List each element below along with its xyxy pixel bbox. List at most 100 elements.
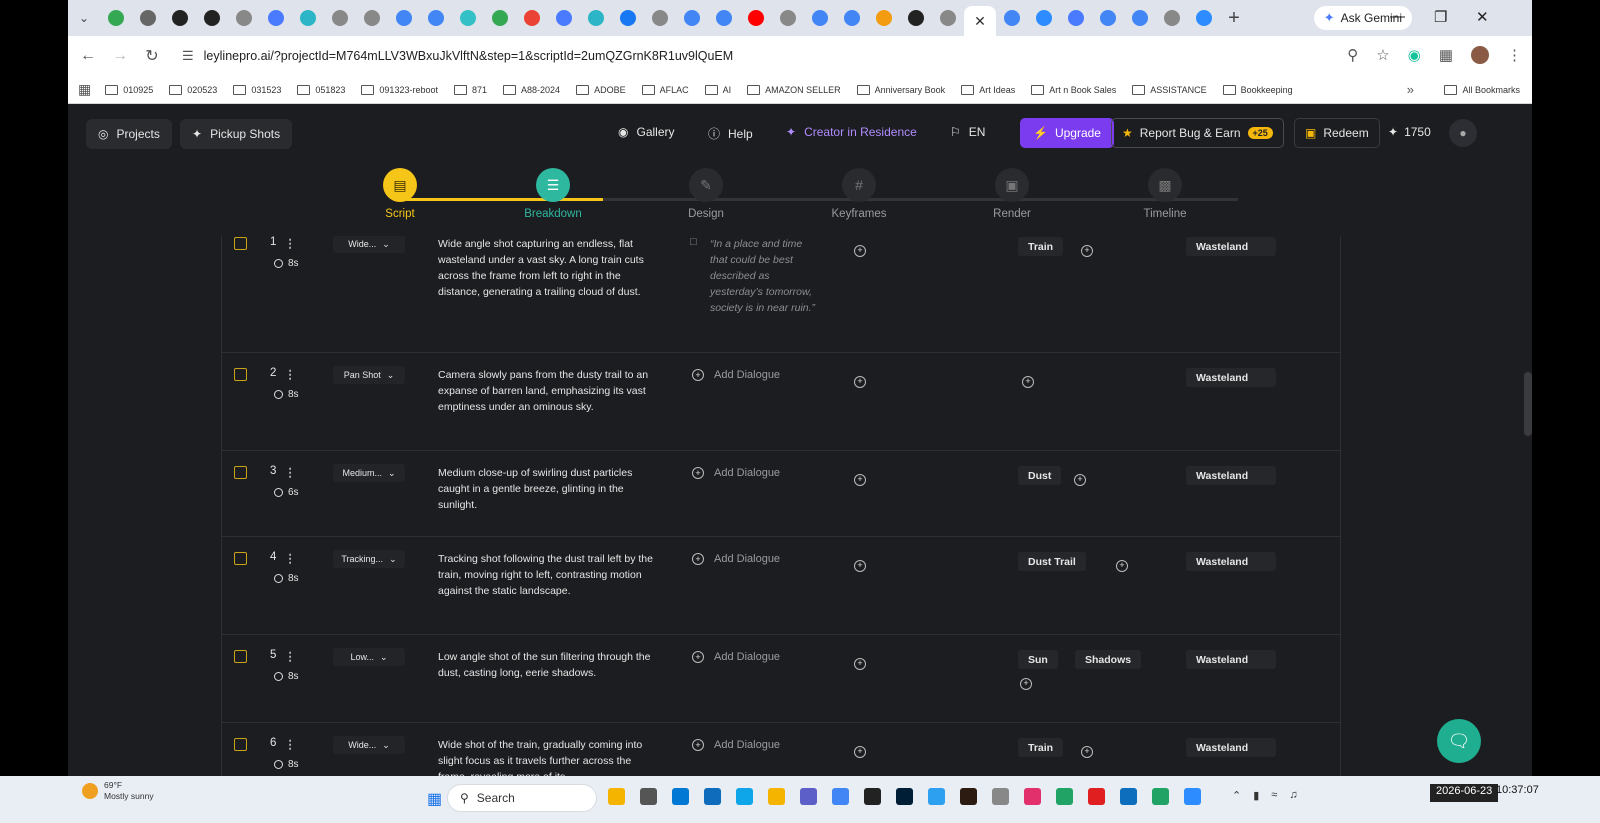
step-breakdown[interactable]: ☰ Breakdown (503, 168, 603, 220)
taskbar-app-icon[interactable] (1024, 788, 1041, 805)
shot-type-select[interactable]: Tracking... ⌄ (333, 550, 405, 568)
browser-tab[interactable] (196, 0, 228, 36)
browser-tab[interactable] (644, 0, 676, 36)
window-close-icon[interactable]: ✕ (1476, 8, 1489, 26)
taskbar-date[interactable]: 2026-06-23 (1430, 784, 1499, 802)
bookmark-folder[interactable]: Bookkeeping (1222, 84, 1293, 95)
shot-type-select[interactable]: Medium... ⌄ (333, 464, 405, 482)
more-bookmarks-icon[interactable]: » (1407, 82, 1414, 97)
windows-start-icon[interactable]: ▦ (427, 789, 442, 809)
add-prop-button[interactable]: + (854, 240, 866, 258)
add-character-button[interactable]: + (1074, 469, 1086, 487)
browser-tab[interactable] (356, 0, 388, 36)
shot-description[interactable]: Low angle shot of the sun filtering thro… (438, 649, 660, 681)
location-tag[interactable]: Wasteland (1186, 552, 1276, 571)
browser-tab[interactable] (1092, 0, 1124, 36)
browser-tab[interactable] (292, 0, 324, 36)
browser-tab[interactable] (388, 0, 420, 36)
shot-type-select[interactable]: Wide... ⌄ (333, 736, 405, 754)
browser-tab[interactable] (484, 0, 516, 36)
browser-tab[interactable] (996, 0, 1028, 36)
taskbar-app-icon[interactable] (736, 788, 753, 805)
location-tag[interactable]: Wasteland (1186, 466, 1276, 485)
tab-search-icon[interactable]: ⌄ (68, 0, 100, 36)
dialogue-text[interactable]: “In a place and time that could be best … (710, 236, 822, 316)
tray-chevron-icon[interactable]: ⌃ (1232, 789, 1241, 802)
row-menu-icon[interactable]: ⋮ (284, 551, 296, 565)
row-menu-icon[interactable]: ⋮ (284, 737, 296, 751)
add-prop-button[interactable]: + (854, 741, 866, 759)
taskbar-app-icon[interactable] (992, 788, 1009, 805)
shot-type-select[interactable]: Low... ⌄ (333, 648, 405, 666)
step-design[interactable]: ✎ Design (656, 168, 756, 220)
add-dialogue-button[interactable]: + Add Dialogue (692, 651, 780, 663)
browser-tab[interactable] (100, 0, 132, 36)
browser-tab[interactable] (932, 0, 964, 36)
shot-description[interactable]: Medium close-up of swirling dust particl… (438, 465, 660, 513)
taskbar-app-icon[interactable] (960, 788, 977, 805)
taskbar-app-icon[interactable] (608, 788, 625, 805)
url-field[interactable]: ☰ leylinepro.ai/?projectId=M764mLLV3WBxu… (182, 48, 733, 64)
row-checkbox[interactable] (234, 237, 247, 250)
row-menu-icon[interactable]: ⋮ (284, 236, 296, 250)
taskbar-app-icon[interactable] (704, 788, 721, 805)
help-link[interactable]: ⓘ Help (708, 125, 753, 142)
browser-tab[interactable] (612, 0, 644, 36)
bookmark-folder[interactable]: 051823 (297, 84, 345, 95)
add-prop-button[interactable]: + (854, 653, 866, 671)
browser-tab[interactable] (452, 0, 484, 36)
bookmark-folder[interactable]: AI (704, 84, 731, 95)
step-keyframes[interactable]: # Keyframes (809, 168, 909, 220)
bookmark-folder[interactable]: 091323-reboot (361, 84, 438, 95)
pickup-shots-button[interactable]: ✦ Pickup Shots (180, 119, 293, 149)
shot-description[interactable]: Camera slowly pans from the dusty trail … (438, 367, 660, 415)
browser-tab[interactable] (868, 0, 900, 36)
add-dialogue-button[interactable]: + Add Dialogue (692, 553, 780, 565)
bookmark-folder[interactable]: 031523 (233, 84, 281, 95)
chrome-menu-icon[interactable]: ⋮ (1507, 46, 1522, 64)
step-script[interactable]: ▤ Script (350, 168, 450, 220)
taskbar-app-icon[interactable] (1088, 788, 1105, 805)
step-timeline[interactable]: ▩ Timeline (1115, 168, 1215, 220)
add-dialogue-button[interactable]: + Add Dialogue (692, 369, 780, 381)
taskbar-search[interactable]: ⚲ Search (447, 784, 597, 812)
browser-tab[interactable] (420, 0, 452, 36)
forward-icon[interactable]: → (104, 47, 136, 65)
bookmark-folder[interactable]: ASSISTANCE (1132, 84, 1207, 95)
browser-tab[interactable] (548, 0, 580, 36)
wifi-icon[interactable]: ≈ (1271, 789, 1277, 802)
add-dialogue-button[interactable]: + Add Dialogue (692, 467, 780, 479)
browser-tab[interactable] (708, 0, 740, 36)
volume-icon[interactable]: ♫ (1289, 789, 1297, 802)
location-tag[interactable]: Wasteland (1186, 738, 1276, 757)
row-checkbox[interactable] (234, 650, 247, 663)
chat-bubble-button[interactable]: 🗨 (1437, 719, 1481, 763)
bookmark-folder[interactable]: ADOBE (576, 84, 626, 95)
extensions-icon[interactable]: ▦ (1439, 46, 1453, 64)
shot-description[interactable]: Wide shot of the train, gradually coming… (438, 737, 660, 776)
all-bookmarks-button[interactable]: All Bookmarks (1444, 84, 1520, 95)
browser-tab[interactable] (324, 0, 356, 36)
browser-tab[interactable] (772, 0, 804, 36)
browser-tab[interactable] (1156, 0, 1188, 36)
row-checkbox[interactable] (234, 552, 247, 565)
browser-tab[interactable] (804, 0, 836, 36)
taskbar-app-icon[interactable] (832, 788, 849, 805)
browser-tab[interactable] (132, 0, 164, 36)
browser-tab[interactable] (1060, 0, 1092, 36)
bookmark-folder[interactable]: AMAZON SELLER (747, 84, 841, 95)
bookmark-folder[interactable]: Anniversary Book (856, 84, 945, 95)
projects-button[interactable]: ◎ Projects (86, 119, 172, 149)
upgrade-button[interactable]: ⚡ Upgrade (1020, 118, 1114, 148)
taskbar-app-icon[interactable] (1152, 788, 1169, 805)
add-character-button[interactable]: + (1116, 555, 1128, 573)
shot-description[interactable]: Wide angle shot capturing an endless, fl… (438, 236, 660, 300)
browser-tab[interactable] (164, 0, 196, 36)
browser-tab[interactable] (676, 0, 708, 36)
browser-tab[interactable] (1188, 0, 1220, 36)
add-dialogue-button[interactable]: + Add Dialogue (692, 739, 780, 751)
profile-avatar[interactable] (1471, 46, 1489, 64)
browser-tab[interactable] (836, 0, 868, 36)
bookmark-folder[interactable]: A88-2024 (503, 84, 560, 95)
add-character-button[interactable]: + (1081, 240, 1093, 258)
